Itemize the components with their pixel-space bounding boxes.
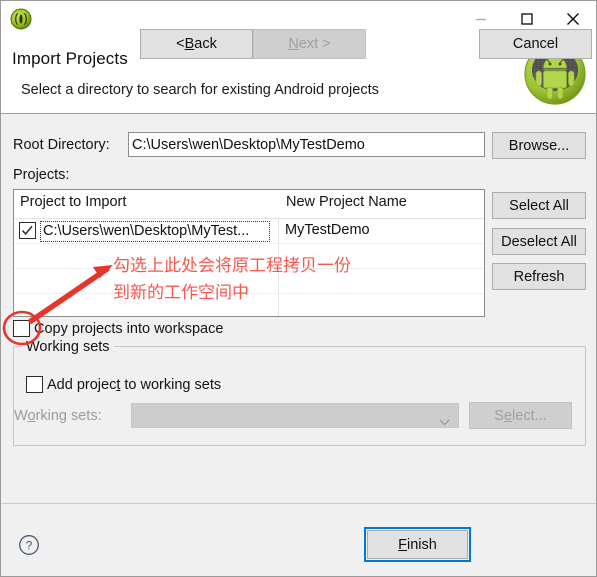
next-accel: N bbox=[288, 36, 299, 52]
import-projects-dialog: Import Projects Select a directory to se… bbox=[0, 0, 597, 577]
eclipse-icon bbox=[10, 8, 32, 30]
table-header-row: Project to Import New Project Name bbox=[14, 190, 484, 219]
add-project-label-part2: to working sets bbox=[120, 376, 222, 393]
page-subtitle: Select a directory to search for existin… bbox=[21, 82, 379, 98]
ws-select-accel: e bbox=[503, 407, 513, 424]
back-accel: B bbox=[184, 36, 195, 52]
select-all-button[interactable]: Select All bbox=[492, 192, 586, 219]
copy-projects-row[interactable]: Copy projects into workspace bbox=[13, 320, 223, 337]
page-title: Import Projects bbox=[12, 49, 128, 68]
root-directory-input[interactable] bbox=[128, 132, 485, 157]
back-part2: ack bbox=[194, 36, 217, 52]
add-project-label-part1: Add projec bbox=[47, 376, 117, 393]
next-button[interactable]: Next > bbox=[253, 29, 366, 59]
deselect-all-button[interactable]: Deselect All bbox=[492, 228, 586, 255]
working-sets-group bbox=[13, 346, 586, 446]
dialog-footer: ? bbox=[1, 503, 596, 576]
finish-accel: F bbox=[398, 536, 408, 553]
back-part1: < bbox=[176, 36, 185, 52]
finish-button-focus-ring: Finish bbox=[364, 527, 471, 562]
finish-button[interactable]: Finish bbox=[367, 530, 468, 559]
cancel-button[interactable]: Cancel bbox=[479, 29, 592, 59]
chevron-down-icon bbox=[439, 413, 450, 431]
working-sets-combo[interactable] bbox=[131, 403, 459, 428]
add-project-checkbox[interactable] bbox=[26, 376, 43, 393]
back-button[interactable]: < Back bbox=[140, 29, 253, 59]
annotation-note-text: 勾选上此处会将原工程拷贝一份 到新的工作空间中 bbox=[113, 256, 351, 303]
column-header-project-to-import: Project to Import bbox=[20, 194, 127, 210]
projects-label: Projects: bbox=[13, 167, 70, 183]
svg-text:?: ? bbox=[26, 539, 33, 553]
add-project-label: Add project to working sets bbox=[47, 377, 221, 393]
next-part2: ext > bbox=[298, 36, 331, 52]
ws-select-part2: lect... bbox=[512, 407, 547, 424]
finish-part2: inish bbox=[407, 536, 437, 553]
ws-select-part1: S bbox=[494, 407, 504, 424]
ws-label-part1: W bbox=[14, 408, 28, 424]
working-sets-combo-label: Working sets: bbox=[14, 408, 102, 424]
cell-project-to-import: C:\Users\wen\Desktop\MyTest... bbox=[40, 221, 270, 242]
browse-button[interactable]: Browse... bbox=[492, 132, 586, 159]
column-header-new-project-name: New Project Name bbox=[286, 194, 407, 210]
copy-projects-checkbox[interactable] bbox=[13, 320, 30, 337]
add-project-row[interactable]: Add project to working sets bbox=[26, 376, 221, 393]
row-checkbox[interactable] bbox=[19, 222, 36, 239]
working-sets-group-title: Working sets bbox=[22, 339, 114, 355]
help-icon[interactable]: ? bbox=[18, 534, 40, 556]
ws-label-part2: rking sets: bbox=[35, 408, 102, 424]
copy-projects-label: Copy projects into workspace bbox=[34, 320, 224, 337]
ws-label-accel: o bbox=[27, 408, 36, 424]
cell-new-project-name: MyTestDemo bbox=[285, 222, 370, 238]
table-row[interactable]: C:\Users\wen\Desktop\MyTest... MyTestDem… bbox=[14, 219, 484, 244]
refresh-button[interactable]: Refresh bbox=[492, 263, 586, 290]
working-sets-select-button[interactable]: Se lect... bbox=[469, 402, 572, 429]
root-directory-label: Root Directory: bbox=[13, 137, 110, 153]
